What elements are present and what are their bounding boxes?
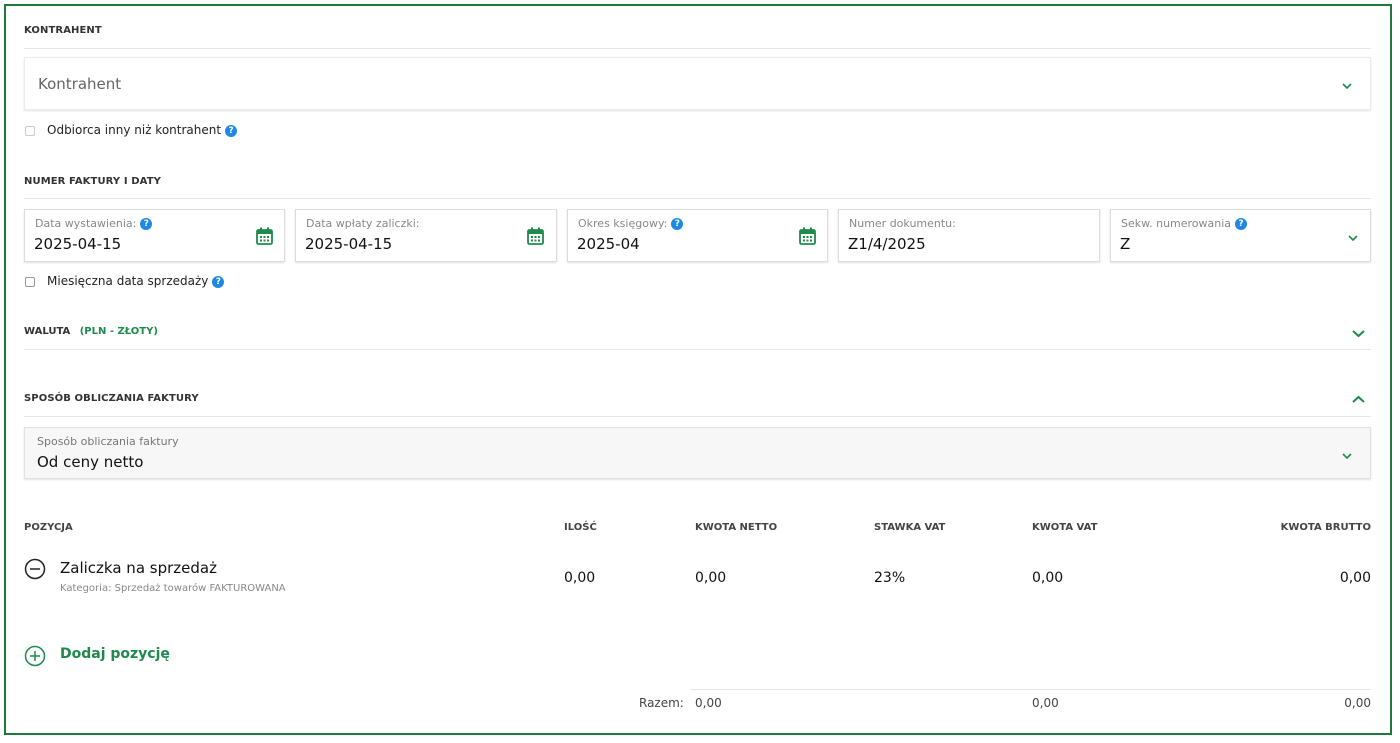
help-icon[interactable]: ? — [140, 218, 153, 230]
section-title-contractor: KONTRAHENT — [24, 25, 102, 36]
currency-section-header[interactable]: WALUTA (PLN - ZŁOTY) — [24, 326, 158, 337]
totals-divider — [690, 689, 1371, 690]
advance-date-field[interactable]: Data wpłaty zaliczki: 2025-04-15 — [295, 209, 557, 262]
advance-date-value: 2025-04-15 — [305, 235, 393, 253]
monthly-sale-date-label: Miesięczna data sprzedaży — [47, 274, 209, 288]
section-title-invoice-dates: NUMER FAKTURY I DATY — [24, 176, 161, 187]
header-position: POZYCJA — [24, 522, 73, 533]
help-icon[interactable]: ? — [212, 275, 225, 288]
period-label: Okres księgowy: — [578, 217, 668, 230]
row-qty[interactable]: 0,00 — [564, 570, 595, 586]
form-frame — [4, 4, 1392, 735]
calendar-icon[interactable] — [256, 227, 273, 245]
chevron-down-icon[interactable] — [1341, 82, 1353, 90]
header-vat-rate: STAWKA VAT — [874, 522, 946, 533]
sequence-value: Z — [1120, 235, 1131, 253]
sequence-label: Sekw. numerowania — [1121, 217, 1232, 230]
advance-date-label: Data wpłaty zaliczki: — [306, 217, 420, 230]
recipient-checkbox-label: Odbiorca inny niż kontrahent — [47, 123, 222, 137]
add-position-label: Dodaj pozycję — [60, 646, 170, 662]
sequence-label-wrap: Sekw. numerowania? — [1121, 217, 1248, 230]
totals-gross: 0,00 — [1344, 696, 1371, 710]
calc-method-label: Sposób obliczania faktury — [37, 435, 179, 448]
section-title-currency: WALUTA — [24, 326, 71, 337]
row-item-name[interactable]: Zaliczka na sprzedaż — [60, 559, 217, 577]
chevron-down-icon[interactable] — [1351, 329, 1366, 338]
row-gross[interactable]: 0,00 — [1340, 570, 1371, 586]
help-icon[interactable]: ? — [225, 124, 238, 137]
doc-number-field[interactable]: Numer dokumentu: Z1/4/2025 — [838, 209, 1100, 262]
totals-label: Razem: — [639, 696, 684, 710]
calc-method-select[interactable]: Sposób obliczania faktury Od ceny netto — [24, 427, 1371, 479]
help-icon[interactable]: ? — [1235, 218, 1248, 230]
issue-date-label: Data wystawienia: — [35, 217, 137, 230]
row-item-category: Kategoria: Sprzedaż towarów FAKTUROWANA — [60, 583, 286, 594]
doc-number-label: Numer dokumentu: — [849, 217, 956, 230]
period-label-wrap: Okres księgowy:? — [578, 217, 684, 230]
help-icon[interactable]: ? — [671, 218, 684, 230]
issue-date-field[interactable]: Data wystawienia:? 2025-04-15 — [24, 209, 285, 262]
chevron-up-icon[interactable] — [1351, 395, 1366, 404]
monthly-sale-date-label-wrap: Miesięczna data sprzedaży? — [47, 274, 225, 288]
calc-method-value: Od ceny netto — [37, 453, 144, 471]
contractor-select-placeholder: Kontrahent — [38, 75, 122, 93]
sequence-select[interactable]: Sekw. numerowania? Z — [1110, 209, 1371, 262]
row-vat-rate[interactable]: 23% — [874, 570, 905, 586]
calendar-icon[interactable] — [799, 227, 816, 245]
divider — [24, 349, 1371, 350]
period-field[interactable]: Okres księgowy:? 2025-04 — [567, 209, 828, 262]
doc-number-value: Z1/4/2025 — [848, 235, 926, 253]
recipient-checkbox-label-wrap: Odbiorca inny niż kontrahent? — [47, 123, 238, 137]
contractor-select[interactable]: Kontrahent — [24, 57, 1371, 110]
calendar-icon[interactable] — [527, 227, 544, 245]
row-net[interactable]: 0,00 — [695, 570, 726, 586]
totals-vat-amount: 0,00 — [1032, 696, 1059, 710]
header-vat-amount: KWOTA VAT — [1032, 522, 1098, 533]
issue-date-label-wrap: Data wystawienia:? — [35, 217, 153, 230]
issue-date-value: 2025-04-15 — [34, 235, 122, 253]
divider — [24, 416, 1371, 417]
add-circle-icon — [24, 645, 46, 667]
currency-value: (PLN - ZŁOTY) — [79, 326, 158, 337]
header-gross: KWOTA BRUTTO — [1280, 522, 1371, 533]
header-net: KWOTA NETTO — [695, 522, 778, 533]
section-title-calc-method: SPOSÓB OBLICZANIA FAKTURY — [24, 393, 199, 404]
divider — [24, 198, 1371, 199]
remove-circle-icon[interactable] — [24, 558, 46, 580]
period-value: 2025-04 — [577, 235, 640, 253]
totals-net: 0,00 — [695, 696, 722, 710]
recipient-checkbox[interactable] — [25, 126, 35, 136]
monthly-sale-date-checkbox[interactable] — [25, 277, 35, 287]
divider — [24, 48, 1371, 49]
row-vat-amount[interactable]: 0,00 — [1032, 570, 1063, 586]
chevron-down-icon[interactable] — [1347, 234, 1359, 242]
chevron-down-icon[interactable] — [1341, 452, 1353, 460]
header-qty: ILOŚĆ — [564, 522, 597, 533]
